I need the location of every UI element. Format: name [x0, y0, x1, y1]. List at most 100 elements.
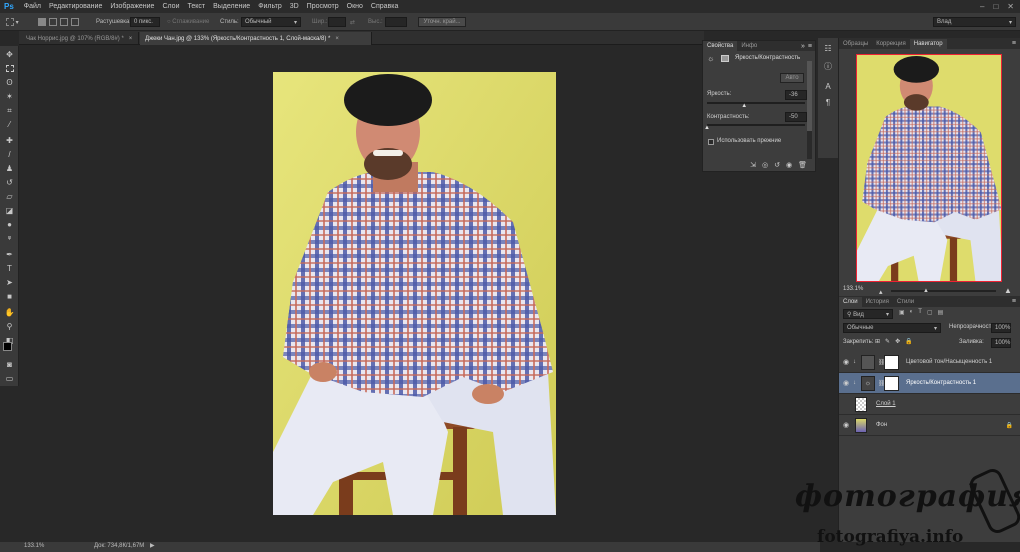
legacy-checkbox[interactable]	[708, 139, 714, 145]
menu-edit[interactable]: Редактирование	[45, 3, 106, 10]
feather-input[interactable]: 0 пикс.	[130, 17, 160, 27]
brightness-input[interactable]: -36	[785, 90, 807, 100]
menu-layers[interactable]: Слои	[158, 3, 183, 10]
maximize-button[interactable]: □	[993, 2, 998, 11]
lock-transparency-icon[interactable]: ⊞	[875, 338, 880, 345]
fill-input[interactable]: 100%	[991, 338, 1011, 348]
lock-position-icon[interactable]: ✥	[895, 338, 900, 345]
filter-type-icon[interactable]: T	[918, 309, 922, 316]
tab-adjustments[interactable]: Коррекция	[872, 39, 910, 49]
contrast-slider-thumb[interactable]: ▲	[704, 125, 710, 131]
swap-icon[interactable]: ⇄	[350, 17, 355, 27]
delete-icon[interactable]: 🗑	[798, 161, 807, 169]
close-icon[interactable]: ×	[129, 36, 133, 42]
crop-tool-icon[interactable]: ⌗	[3, 104, 16, 117]
marquee-tool-icon[interactable]	[3, 62, 16, 75]
doc-tab-jackie-chan[interactable]: Джеки Чан.jpg @ 133% (Яркость/Контрастно…	[140, 32, 372, 45]
character-dock-icon[interactable]: A	[822, 80, 834, 92]
menu-image[interactable]: Изображение	[106, 3, 158, 10]
move-tool-icon[interactable]: ✥	[3, 48, 16, 61]
magic-wand-icon[interactable]: ✶	[3, 90, 16, 103]
layer-filter-select[interactable]: ⚲ Вид ▾	[843, 309, 893, 319]
eye-icon[interactable]: ◉	[839, 358, 853, 366]
tab-history[interactable]: История	[862, 297, 893, 307]
tab-properties[interactable]: Свойства	[703, 41, 738, 51]
height-input[interactable]	[385, 17, 407, 27]
properties-scrollbar[interactable]	[807, 61, 812, 159]
eyedropper-tool-icon[interactable]: ⁄	[3, 118, 16, 131]
menu-select[interactable]: Выделение	[209, 3, 254, 10]
tab-navigator[interactable]: Навигатор	[909, 38, 947, 49]
menu-type[interactable]: Текст	[183, 3, 209, 10]
marquee-preset-icon[interactable]: ▾	[6, 17, 19, 27]
filter-adjust-icon[interactable]: ◐	[910, 309, 914, 316]
refine-edge-button[interactable]: Уточн. край...	[418, 17, 466, 27]
layer-row-layer1[interactable]: Слой 1	[839, 394, 1020, 415]
panel-menu-icon[interactable]: ≡	[1012, 40, 1020, 47]
lock-all-icon[interactable]: 🔒	[905, 338, 912, 345]
intersect-selection-icon[interactable]	[71, 18, 79, 26]
panel-menu-icon[interactable]: ≡	[1012, 298, 1020, 305]
blur-tool-icon[interactable]: ●	[3, 218, 16, 231]
eye-icon[interactable]: ◉	[839, 421, 853, 429]
antialias-checkbox[interactable]: ○ Сглаживание	[167, 17, 209, 27]
collapse-icon[interactable]: »	[801, 43, 808, 50]
path-select-icon[interactable]: ➤	[3, 276, 16, 289]
info-dock-icon[interactable]: ⓘ	[822, 60, 834, 72]
lock-icon[interactable]: 🔒	[1006, 422, 1013, 429]
layer-mask-thumb[interactable]	[884, 375, 899, 391]
new-selection-icon[interactable]	[38, 18, 46, 26]
tab-info[interactable]: Инфо	[737, 41, 761, 51]
menu-3d[interactable]: 3D	[286, 3, 303, 10]
filter-smart-icon[interactable]: ▤	[938, 309, 944, 316]
menu-file[interactable]: Файл	[20, 3, 45, 10]
properties-dock-icon[interactable]: ☷	[822, 42, 834, 54]
healing-brush-icon[interactable]: ✚	[3, 134, 16, 147]
history-brush-icon[interactable]: ↺	[3, 176, 16, 189]
eye-icon[interactable]: ◉	[839, 379, 853, 387]
quick-mask-icon[interactable]: ◙	[3, 358, 16, 371]
shape-tool-icon[interactable]: ■	[3, 290, 16, 303]
tab-styles[interactable]: Стили	[893, 297, 918, 307]
tab-layers[interactable]: Слои	[839, 296, 862, 307]
document-image[interactable]	[273, 72, 556, 515]
visibility-icon[interactable]: ◉	[786, 161, 792, 169]
lock-pixels-icon[interactable]: ✎	[885, 338, 890, 345]
tab-swatches[interactable]: Образцы	[839, 39, 872, 49]
navigator-preview[interactable]	[856, 54, 1002, 282]
filter-pixel-icon[interactable]: ▣	[899, 309, 905, 316]
doc-tab-chuck-norris[interactable]: Чак Норрис.jpg @ 107% (RGB/8#) * ×	[21, 32, 139, 45]
dodge-tool-icon[interactable]: ᵠ	[3, 232, 16, 245]
workspace-select[interactable]: Влад ▾	[933, 17, 1016, 27]
layer-mask-thumb[interactable]	[884, 354, 899, 370]
contrast-input[interactable]: -50	[785, 112, 807, 122]
menu-filter[interactable]: Фильтр	[254, 3, 286, 10]
brush-tool-icon[interactable]: /	[3, 148, 16, 161]
brightness-slider-thumb[interactable]: ▲	[741, 103, 747, 109]
gradient-tool-icon[interactable]: ◪	[3, 204, 16, 217]
blend-mode-select[interactable]: Обычные ▾	[843, 323, 941, 333]
menu-window[interactable]: Окно	[343, 3, 367, 10]
hand-tool-icon[interactable]: ✋	[3, 306, 16, 319]
layer-row-brightness-contrast[interactable]: ◉ ↓ ☼ ⛓ Яркость/Контрастность 1	[839, 373, 1020, 394]
pen-tool-icon[interactable]: ✒	[3, 248, 16, 261]
layer-row-hue-saturation[interactable]: ◉ ↓ ⛓ Цветовой тон/Насыщенность 1	[839, 352, 1020, 373]
clip-to-layer-icon[interactable]: ⇲	[750, 161, 756, 169]
eraser-tool-icon[interactable]: ▱	[3, 190, 16, 203]
navigator-zoom-slider[interactable]	[891, 290, 996, 292]
navigator-zoom-thumb[interactable]: ▲	[923, 288, 929, 294]
view-previous-icon[interactable]: ◎	[762, 161, 768, 169]
lasso-tool-icon[interactable]: ʘ	[3, 76, 16, 89]
zoom-level[interactable]: 133.1%	[24, 543, 44, 549]
brightness-slider-track[interactable]	[707, 102, 805, 104]
stamp-tool-icon[interactable]: ♟	[3, 162, 16, 175]
panel-menu-icon[interactable]: ≡	[808, 43, 815, 50]
style-select[interactable]: Обычный ▾	[241, 17, 301, 27]
screen-mode-icon[interactable]: ▭	[3, 372, 16, 385]
add-selection-icon[interactable]	[49, 18, 57, 26]
paragraph-dock-icon[interactable]: ¶	[822, 96, 834, 108]
minimize-button[interactable]: –	[980, 2, 984, 11]
zoom-in-icon[interactable]: ▲	[1004, 286, 1012, 295]
status-menu-icon[interactable]: ▶	[150, 542, 155, 549]
navigator-zoom-value[interactable]: 133.1%	[843, 286, 863, 292]
